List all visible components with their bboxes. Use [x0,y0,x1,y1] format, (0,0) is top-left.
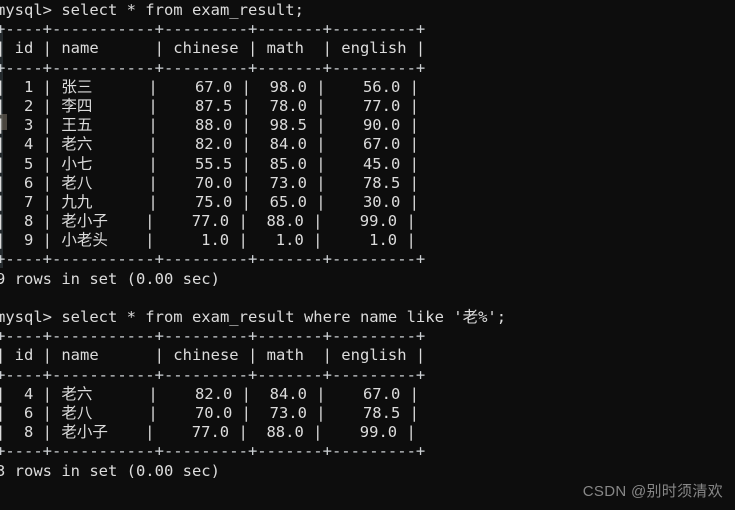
table-row: | 2 | 李四 | 87.5 | 78.0 | 77.0 | [0,96,419,115]
table-row: | 5 | 小七 | 55.5 | 85.0 | 45.0 | [0,154,419,173]
table-row: | 6 | 老八 | 70.0 | 73.0 | 78.5 | [0,403,419,422]
table-row: | 7 | 九九 | 75.0 | 65.0 | 30.0 | [0,192,419,211]
table-header-1: | id | name | chinese | math | english | [0,39,426,58]
command-line-2[interactable]: mysql> select * from exam_result where n… [0,308,731,327]
table-row: | 9 | 小老头 | 1.0 | 1.0 | 1.0 | [0,231,416,250]
table-header-rule-2: +----+-----------+---------+-------+----… [0,365,426,384]
table-header-2: | id | name | chinese | math | english | [0,346,426,365]
table-bottom-rule-2: +----+-----------+---------+-------+----… [0,442,426,461]
status-line-2: 3 rows in set (0.00 sec) [0,461,220,480]
table-row: | 4 | 老六 | 82.0 | 84.0 | 67.0 | [0,384,419,403]
table-row: | 6 | 老八 | 70.0 | 73.0 | 78.5 | [0,173,419,192]
table-bottom-rule-1: +----+-----------+---------+-------+----… [0,250,426,269]
terminal-window[interactable]: mysql> select * from exam_result; +----+… [0,0,735,510]
status-line-1: 9 rows in set (0.00 sec) [0,269,220,288]
table-row: | 3 | 王五 | 88.0 | 98.5 | 90.0 | [0,116,419,135]
table-row: | 1 | 张三 | 67.0 | 98.0 | 56.0 | [0,77,419,96]
table-header-rule-1: +----+-----------+---------+-------+----… [0,58,426,77]
terminal-screen: mysql> select * from exam_result; +----+… [0,1,731,481]
table-row: | 4 | 老六 | 82.0 | 84.0 | 67.0 | [0,135,419,154]
table-top-rule-1: +----+-----------+---------+-------+----… [0,20,426,39]
table-row: | 8 | 老小子 | 77.0 | 88.0 | 99.0 | [0,212,416,231]
command-line-1[interactable]: mysql> select * from exam_result; [0,1,731,20]
csdn-watermark: CSDN @别时须清欢 [582,483,723,500]
table-top-rule-2: +----+-----------+---------+-------+----… [0,327,426,346]
table-row: | 8 | 老小子 | 77.0 | 88.0 | 99.0 | [0,423,416,442]
